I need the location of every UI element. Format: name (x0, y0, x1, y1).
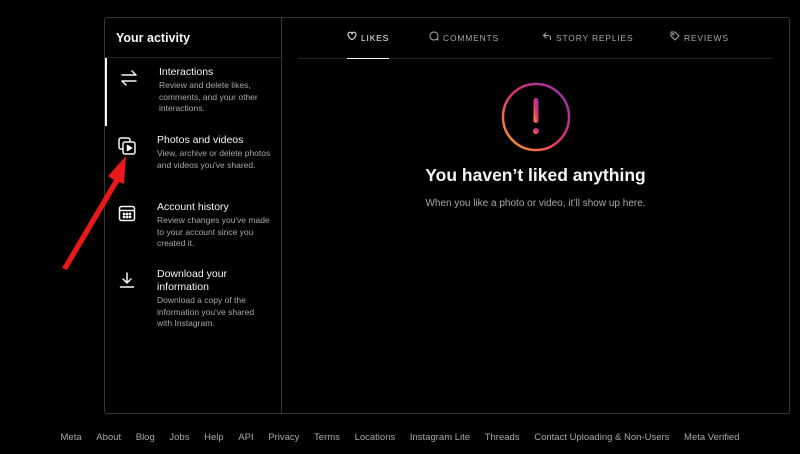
footer-link-jobs[interactable]: Jobs (169, 432, 189, 443)
tab-likes[interactable]: LIKES (347, 18, 390, 59)
tab-comments[interactable]: COMMENTS (429, 18, 499, 58)
sidebar-item-download-info[interactable]: Download your information Download a cop… (105, 260, 281, 340)
tab-label: REVIEWS (684, 33, 729, 43)
footer-link-about[interactable]: About (96, 432, 121, 443)
download-icon (117, 270, 137, 290)
tab-story-replies[interactable]: STORY REPLIES (542, 18, 634, 58)
footer-link-locations[interactable]: Locations (355, 432, 396, 443)
main-content: LIKES COMMENTS STORY REPLIES REVIEWS You… (282, 18, 789, 413)
sidebar-item-label: Photos and videos (157, 134, 244, 146)
tab-label: STORY REPLIES (556, 33, 634, 43)
arrows-swap-icon (119, 68, 139, 88)
tag-icon (670, 18, 680, 58)
footer-link-threads[interactable]: Threads (485, 432, 520, 443)
footer-link-meta[interactable]: Meta (61, 432, 82, 443)
empty-state-title: You haven’t liked anything (425, 165, 646, 185)
reply-icon (542, 18, 552, 58)
comment-icon (429, 18, 439, 58)
sidebar-title: Your activity (105, 18, 281, 58)
sidebar-item-desc: Review and delete likes, comments, and y… (159, 80, 258, 113)
sidebar-item-label: Download your information (157, 268, 228, 293)
tab-label: COMMENTS (443, 33, 499, 43)
footer-link-meta-verified[interactable]: Meta Verified (684, 432, 739, 443)
footer-link-contact-uploading[interactable]: Contact Uploading & Non-Users (534, 432, 669, 443)
tab-bar: LIKES COMMENTS STORY REPLIES REVIEWS (298, 18, 773, 59)
sidebar-item-desc: View, archive or delete photos and video… (157, 148, 271, 170)
footer-link-api[interactable]: API (238, 432, 253, 443)
activity-panel: Your activity Interactions Review and de… (104, 17, 790, 414)
sidebar-item-label: Account history (157, 201, 229, 213)
footer-link-instagram-lite[interactable]: Instagram Lite (410, 432, 470, 443)
footer-link-help[interactable]: Help (204, 432, 224, 443)
footer-link-terms[interactable]: Terms (314, 432, 340, 443)
sidebar-item-label: Interactions (159, 66, 214, 78)
footer-link-privacy[interactable]: Privacy (268, 432, 299, 443)
tab-label: LIKES (361, 33, 390, 43)
sidebar-item-interactions[interactable]: Interactions Review and delete likes, co… (105, 58, 281, 126)
sidebar-item-desc: Review changes you've made to your accou… (157, 215, 270, 248)
footer: Meta About Blog Jobs Help API Privacy Te… (0, 432, 800, 443)
empty-state-subtitle: When you like a photo or video, it’ll sh… (425, 198, 646, 209)
tab-reviews[interactable]: REVIEWS (670, 18, 729, 58)
annotation-arrow (62, 156, 126, 270)
heart-icon (347, 18, 357, 58)
footer-link-blog[interactable]: Blog (136, 432, 155, 443)
sidebar-item-desc: Download a copy of the information you'v… (157, 295, 255, 328)
alert-icon (500, 81, 572, 153)
